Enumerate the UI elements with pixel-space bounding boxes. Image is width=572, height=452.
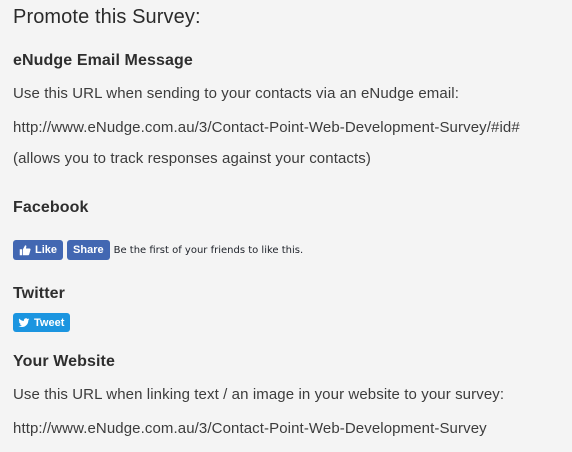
twitter-bird-icon xyxy=(18,317,30,327)
tweet-button[interactable]: Tweet xyxy=(13,313,71,332)
tweet-label: Tweet xyxy=(34,316,65,329)
enudge-heading: eNudge Email Message xyxy=(13,52,193,69)
enudge-url[interactable]: http://www.eNudge.com.au/3/Contact-Point… xyxy=(13,119,520,136)
facebook-like-button[interactable]: Like xyxy=(13,240,64,260)
facebook-share-button[interactable]: Share xyxy=(67,240,110,260)
facebook-share-label: Share xyxy=(73,244,104,256)
page-title: Promote this Survey: xyxy=(13,6,201,28)
website-url[interactable]: http://www.eNudge.com.au/3/Contact-Point… xyxy=(13,420,487,437)
facebook-widget: Like Share Be the first of your friends … xyxy=(13,240,303,260)
facebook-heading: Facebook xyxy=(13,199,89,216)
facebook-like-label: Like xyxy=(35,244,58,256)
facebook-social-text: Be the first of your friends to like thi… xyxy=(113,244,304,256)
enudge-note: (allows you to track responses against y… xyxy=(13,150,371,167)
enudge-instruction: Use this URL when sending to your contac… xyxy=(13,85,459,102)
twitter-heading: Twitter xyxy=(13,285,65,302)
thumbs-up-icon xyxy=(19,245,31,256)
website-instruction: Use this URL when linking text / an imag… xyxy=(13,386,505,403)
website-heading: Your Website xyxy=(13,353,115,370)
